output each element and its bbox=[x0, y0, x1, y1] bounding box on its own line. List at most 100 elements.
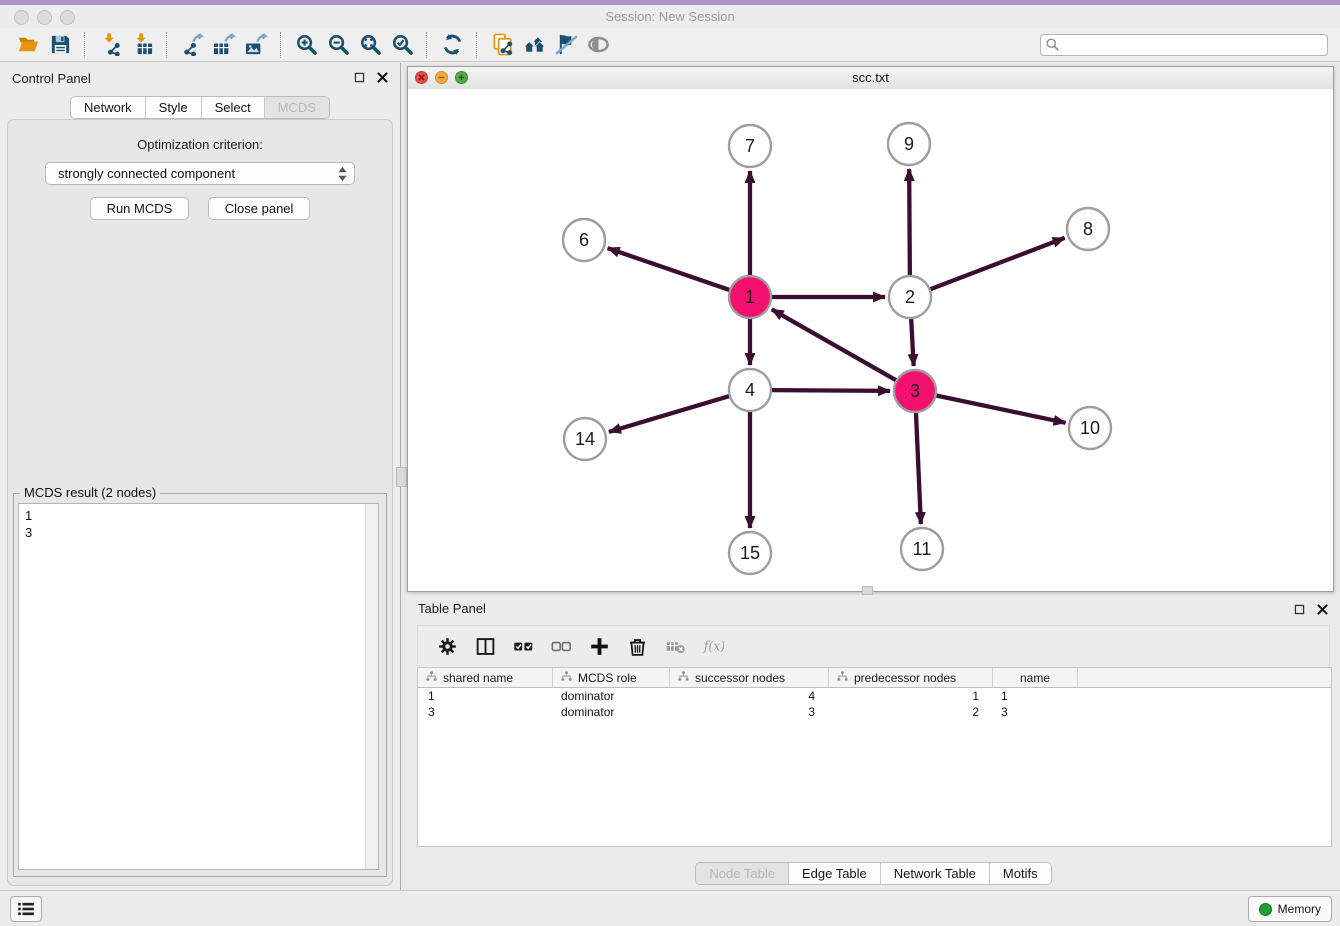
table-cell[interactable]: 4 bbox=[670, 689, 829, 703]
memory-button[interactable]: Memory bbox=[1248, 896, 1332, 922]
tab-select[interactable]: Select bbox=[202, 97, 265, 118]
tab-node-table[interactable]: Node Table bbox=[696, 863, 789, 884]
status-bar: Memory bbox=[0, 890, 1340, 926]
application-window: Session: New Session Control Panel Netwo… bbox=[0, 0, 1340, 926]
table-cell[interactable]: 3 bbox=[670, 705, 829, 719]
delete-table-icon bbox=[662, 634, 688, 660]
add-column-icon[interactable] bbox=[586, 634, 612, 660]
tab-edge-table[interactable]: Edge Table bbox=[789, 863, 881, 884]
table-body: 1dominator4113dominator323 bbox=[418, 688, 1331, 720]
export-image-icon[interactable] bbox=[240, 31, 272, 59]
graph-node-2[interactable]: 2 bbox=[889, 276, 931, 318]
graph-node-7[interactable]: 7 bbox=[729, 125, 771, 167]
mcds-result-title: MCDS result (2 nodes) bbox=[20, 485, 160, 500]
open-folder-icon[interactable] bbox=[12, 31, 44, 59]
mcds-panel: Optimization criterion: strongly connect… bbox=[7, 119, 393, 886]
column-header-successor-nodes[interactable]: successor nodes bbox=[670, 668, 829, 687]
zoom-out-icon[interactable] bbox=[322, 31, 354, 59]
column-header-shared-name[interactable]: shared name bbox=[418, 668, 553, 687]
table-cell[interactable]: dominator bbox=[553, 689, 670, 703]
close-panel-icon[interactable] bbox=[375, 70, 390, 85]
table-cell[interactable]: 1 bbox=[418, 689, 553, 703]
graph-edge-2-9[interactable] bbox=[909, 169, 910, 276]
float-panel-icon[interactable] bbox=[352, 70, 367, 85]
table-cell[interactable]: 3 bbox=[418, 705, 553, 719]
graph-node-4[interactable]: 4 bbox=[729, 369, 771, 411]
deselect-all-rows-icon[interactable] bbox=[548, 634, 574, 660]
table-cell[interactable]: dominator bbox=[553, 705, 670, 719]
duplicate-network-icon[interactable] bbox=[486, 31, 518, 59]
graph-node-label: 1 bbox=[745, 287, 755, 307]
graph-node-11[interactable]: 11 bbox=[901, 528, 943, 570]
settings-gear-icon[interactable] bbox=[434, 634, 460, 660]
result-scrollbar[interactable] bbox=[365, 504, 378, 869]
tab-network[interactable]: Network bbox=[71, 97, 146, 118]
table-row[interactable]: 1dominator411 bbox=[418, 688, 1331, 704]
optimization-criterion-value: strongly connected component bbox=[58, 166, 235, 181]
graph-node-8[interactable]: 8 bbox=[1067, 208, 1109, 250]
graph-edge-3-10[interactable] bbox=[936, 395, 1066, 422]
zoom-fit-icon[interactable] bbox=[354, 31, 386, 59]
graph-node-6[interactable]: 6 bbox=[563, 219, 605, 261]
graph-edge-4-14[interactable] bbox=[609, 396, 730, 432]
tab-motifs[interactable]: Motifs bbox=[990, 863, 1051, 884]
zoom-selected-icon[interactable] bbox=[386, 31, 418, 59]
zoom-in-icon[interactable] bbox=[290, 31, 322, 59]
show-all-networks-icon[interactable] bbox=[518, 31, 550, 59]
select-all-rows-icon[interactable] bbox=[510, 634, 536, 660]
export-table-icon[interactable] bbox=[208, 31, 240, 59]
delete-column-icon[interactable] bbox=[624, 634, 650, 660]
mcds-result-textarea[interactable]: 1 3 bbox=[18, 503, 379, 870]
column-header-predecessor-nodes[interactable]: predecessor nodes bbox=[829, 668, 993, 687]
column-panel-icon[interactable] bbox=[472, 634, 498, 660]
table-row[interactable]: 3dominator323 bbox=[418, 704, 1331, 720]
mcds-result-text: 1 3 bbox=[19, 504, 365, 869]
hide-details-icon[interactable] bbox=[550, 31, 582, 59]
table-cell[interactable]: 2 bbox=[829, 705, 993, 719]
graph-edge-1-6[interactable] bbox=[608, 248, 730, 290]
task-history-button[interactable] bbox=[10, 896, 42, 922]
network-window-titlebar[interactable]: scc.txt bbox=[408, 67, 1333, 90]
graph-node-15[interactable]: 15 bbox=[729, 532, 771, 574]
close-network-button[interactable] bbox=[415, 71, 428, 84]
float-table-panel-icon[interactable] bbox=[1292, 602, 1307, 617]
graph-node-10[interactable]: 10 bbox=[1069, 407, 1111, 449]
minimize-network-button[interactable] bbox=[435, 71, 448, 84]
table-cell[interactable]: 1 bbox=[993, 689, 1078, 703]
search-input[interactable] bbox=[1040, 34, 1328, 56]
graph-node-9[interactable]: 9 bbox=[888, 123, 930, 165]
network-view-window: scc.txt 7 9 6 8 1 2 4 3 14 10 15 11 bbox=[407, 66, 1334, 592]
column-header-MCDS-role[interactable]: MCDS role bbox=[553, 668, 670, 687]
tab-network-table[interactable]: Network Table bbox=[881, 863, 990, 884]
table-toolbar: f(x) bbox=[417, 625, 1330, 667]
tab-mcds[interactable]: MCDS bbox=[265, 97, 329, 118]
close-table-panel-icon[interactable] bbox=[1315, 602, 1330, 617]
import-table-icon[interactable] bbox=[126, 31, 158, 59]
save-icon[interactable] bbox=[44, 31, 76, 59]
close-panel-button[interactable]: Close panel bbox=[208, 197, 311, 220]
maximize-network-button[interactable] bbox=[455, 71, 468, 84]
column-header-name[interactable]: name bbox=[993, 668, 1078, 687]
table-cell[interactable]: 3 bbox=[993, 705, 1078, 719]
optimization-criterion-select[interactable]: strongly connected component bbox=[45, 162, 355, 185]
graph-node-3[interactable]: 3 bbox=[894, 370, 936, 412]
network-canvas[interactable]: 7 9 6 8 1 2 4 3 14 10 15 11 bbox=[408, 89, 1333, 591]
run-mcds-button[interactable]: Run MCDS bbox=[90, 197, 190, 220]
import-network-icon[interactable] bbox=[94, 31, 126, 59]
graph-node-label: 11 bbox=[913, 539, 932, 559]
graph-edge-2-3[interactable] bbox=[911, 318, 914, 366]
graph-edge-3-11[interactable] bbox=[916, 412, 921, 524]
graph-edge-2-8[interactable] bbox=[930, 238, 1065, 290]
refresh-icon[interactable] bbox=[436, 31, 468, 59]
graph-edge-3-1[interactable] bbox=[772, 309, 897, 380]
export-network-icon[interactable] bbox=[176, 31, 208, 59]
main-titlebar[interactable]: Session: New Session bbox=[0, 5, 1340, 28]
table-cell[interactable]: 1 bbox=[829, 689, 993, 703]
graph-node-label: 2 bbox=[905, 287, 915, 307]
graph-node-1[interactable]: 1 bbox=[729, 276, 771, 318]
split-grip-vertical[interactable] bbox=[396, 467, 407, 487]
split-grip-horizontal[interactable] bbox=[862, 586, 873, 595]
graph-node-14[interactable]: 14 bbox=[564, 418, 606, 460]
graph-edge-4-3[interactable] bbox=[771, 390, 890, 391]
tab-style[interactable]: Style bbox=[146, 97, 202, 118]
